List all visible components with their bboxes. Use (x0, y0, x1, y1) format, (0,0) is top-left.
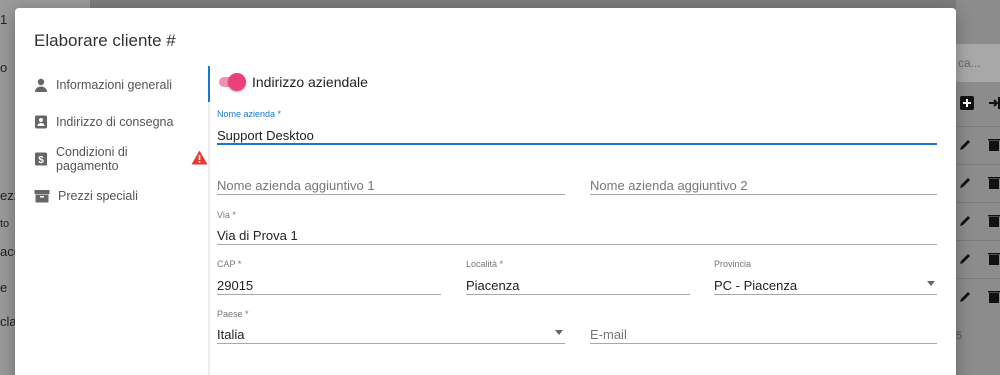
edit-icon (959, 214, 972, 232)
active-tab-indicator (208, 66, 210, 102)
background-search-input: ca... (956, 44, 1000, 82)
province-select[interactable]: Provincia (714, 259, 937, 295)
postal-code-input[interactable] (217, 278, 441, 293)
delete-icon (988, 176, 1000, 194)
edit-icon (959, 176, 972, 194)
street-field: Via * (217, 210, 937, 245)
add-icon (960, 96, 974, 115)
import-icon (988, 96, 1000, 115)
delete-icon (988, 214, 1000, 232)
province-value[interactable] (714, 278, 937, 293)
nav-item-indirizzo-consegna[interactable]: Indirizzo di consegna (15, 103, 208, 140)
sidebar-divider (208, 66, 210, 375)
company-name-input[interactable] (217, 128, 937, 143)
nav-item-informazioni-generali[interactable]: Informazioni generali (15, 66, 208, 103)
street-input[interactable] (217, 228, 937, 243)
delete-icon (988, 252, 1000, 270)
delete-icon (988, 138, 1000, 156)
edit-icon (959, 252, 972, 270)
edit-client-dialog: Elaborare cliente # Informazioni general… (15, 8, 956, 375)
warning-icon (191, 150, 208, 168)
business-address-toggle-row: Indirizzo aziendale (217, 73, 368, 91)
background-fragment: e (0, 280, 8, 295)
street-label: Via * (217, 210, 236, 220)
country-value[interactable] (217, 327, 565, 342)
background-pagination: 5 (956, 330, 963, 342)
nav-item-label: Indirizzo di consegna (56, 114, 174, 129)
city-label: Località * (466, 259, 504, 269)
business-address-toggle[interactable] (217, 73, 246, 91)
nav-item-label: Condizioni di pagamento (56, 144, 128, 173)
nav-item-label: Informazioni generali (56, 77, 173, 92)
company-name-label: Nome azienda * (217, 109, 282, 119)
city-field: Località * (466, 259, 690, 295)
delete-icon (988, 290, 1000, 308)
edit-icon (959, 138, 972, 156)
background-fragment: o (0, 60, 8, 75)
email-field (590, 315, 937, 344)
country-select[interactable]: Paese * (217, 309, 565, 344)
country-label: Paese * (217, 309, 249, 319)
postal-code-field: CAP * (217, 259, 441, 295)
box-icon (34, 189, 50, 203)
svg-text:$: $ (38, 155, 44, 166)
external-code-field (217, 370, 937, 375)
edit-icon (959, 290, 972, 308)
person-icon (34, 78, 48, 92)
contact-card-icon (34, 115, 48, 129)
company-name-field: Nome azienda * (217, 109, 937, 145)
additional-name-2-field (590, 166, 937, 195)
email-input[interactable] (590, 327, 937, 342)
postal-code-label: CAP * (217, 259, 242, 269)
nav-item-condizioni-pagamento[interactable]: $ Condizioni di pagamento (15, 140, 208, 177)
dialog-title: Elaborare cliente # (34, 31, 176, 50)
dropdown-arrow-icon (555, 330, 563, 335)
additional-name-1-field (217, 166, 565, 195)
city-input[interactable] (466, 278, 690, 293)
province-label: Provincia (714, 259, 752, 269)
nav-item-prezzi-speciali[interactable]: Prezzi speciali (15, 177, 208, 214)
additional-name-1-input[interactable] (217, 178, 565, 193)
additional-name-2-input[interactable] (590, 178, 937, 193)
background-fragment: 1 (0, 12, 8, 27)
background-fragment: to (0, 218, 10, 230)
dialog-sidebar-nav: Informazioni generali Indirizzo di conse… (15, 66, 208, 214)
nav-item-label: Prezzi speciali (58, 188, 138, 203)
dropdown-arrow-icon (927, 281, 935, 286)
toggle-label: Indirizzo aziendale (252, 74, 368, 90)
payment-icon: $ (34, 152, 48, 166)
